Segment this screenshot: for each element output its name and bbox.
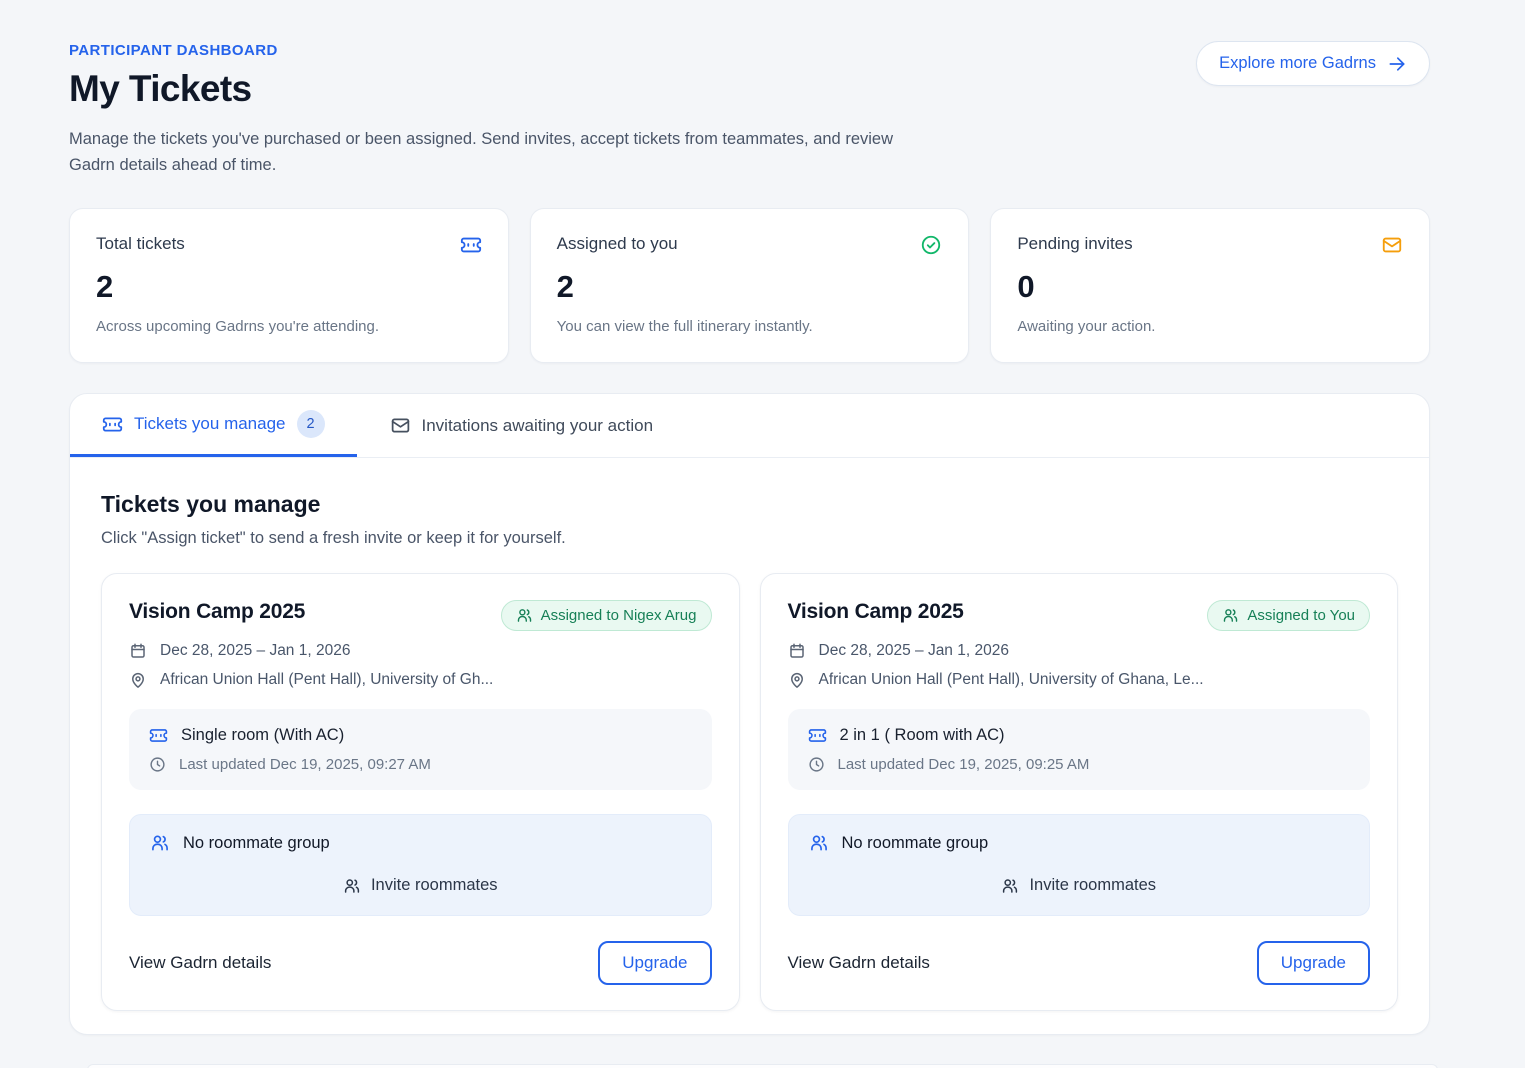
clock-icon — [149, 756, 166, 773]
tab-bar: Tickets you manage 2 Invitations awaitin… — [70, 394, 1429, 458]
room-info-box: 2 in 1 ( Room with AC) Last updated Dec … — [788, 709, 1371, 790]
assignment-badge-label: Assigned to You — [1247, 607, 1355, 624]
invite-roommates-label: Invite roommates — [1029, 876, 1156, 895]
explore-more-gadrns-button[interactable]: Explore more Gadrns — [1196, 41, 1430, 86]
users-icon — [150, 833, 170, 853]
assignment-badge: Assigned to Nigex Arug — [501, 600, 712, 631]
roommate-group-box: No roommate group Invite roommates — [788, 814, 1371, 916]
ticket-icon — [460, 234, 482, 256]
calendar-icon — [788, 642, 806, 660]
users-icon — [343, 877, 361, 895]
upgrade-button[interactable]: Upgrade — [598, 941, 711, 985]
roommate-group-box: No roommate group Invite roommates — [129, 814, 712, 916]
stat-label: Assigned to you — [557, 234, 678, 254]
next-section-peek — [87, 1064, 1438, 1068]
stat-caption: Awaiting your action. — [1017, 318, 1403, 335]
ticket-title: Vision Camp 2025 — [129, 600, 305, 624]
tickets-panel: Tickets you manage 2 Invitations awaitin… — [69, 393, 1430, 1035]
ticket-title: Vision Camp 2025 — [788, 600, 964, 624]
section-subtitle: Click "Assign ticket" to send a fresh in… — [101, 529, 1398, 548]
assignment-badge: Assigned to You — [1207, 600, 1370, 631]
mail-icon — [1381, 234, 1403, 256]
arrow-right-icon — [1387, 54, 1407, 74]
ticket-dates: Dec 28, 2025 – Jan 1, 2026 — [160, 642, 350, 660]
ticket-card: Vision Camp 2025 Assigned to You Dec 28,… — [760, 573, 1399, 1011]
invite-roommates-label: Invite roommates — [371, 876, 498, 895]
upgrade-button[interactable]: Upgrade — [1257, 941, 1370, 985]
stat-card-assigned-to-you: Assigned to you 2 You can view the full … — [530, 208, 970, 363]
stats-row: Total tickets 2 Across upcoming Gadrns y… — [69, 208, 1430, 363]
stat-value: 2 — [96, 269, 482, 305]
invite-roommates-button[interactable]: Invite roommates — [150, 876, 691, 895]
last-updated: Last updated Dec 19, 2025, 09:27 AM — [179, 756, 431, 773]
stat-card-total-tickets: Total tickets 2 Across upcoming Gadrns y… — [69, 208, 509, 363]
roommate-status: No roommate group — [183, 834, 330, 853]
page-description: Manage the tickets you've purchased or b… — [69, 127, 919, 178]
ticket-card: Vision Camp 2025 Assigned to Nigex Arug … — [101, 573, 740, 1011]
explore-more-gadrns-label: Explore more Gadrns — [1219, 54, 1376, 73]
stat-card-pending-invites: Pending invites 0 Awaiting your action. — [990, 208, 1430, 363]
last-updated: Last updated Dec 19, 2025, 09:25 AM — [838, 756, 1090, 773]
clock-icon — [808, 756, 825, 773]
ticket-location: African Union Hall (Pent Hall), Universi… — [160, 671, 493, 689]
roommate-status: No roommate group — [842, 834, 989, 853]
check-circle-icon — [920, 234, 942, 256]
room-info-box: Single room (With AC) Last updated Dec 1… — [129, 709, 712, 790]
participant-dashboard-page: PARTICIPANT DASHBOARD My Tickets Manage … — [0, 0, 1525, 1068]
tab-invitations-awaiting[interactable]: Invitations awaiting your action — [380, 394, 664, 457]
room-type: Single room (With AC) — [181, 726, 344, 745]
users-icon — [809, 833, 829, 853]
assignment-badge-label: Assigned to Nigex Arug — [541, 607, 697, 624]
ticket-icon — [149, 726, 168, 745]
stat-value: 2 — [557, 269, 943, 305]
section-title: Tickets you manage — [101, 491, 1398, 518]
mail-icon — [390, 415, 411, 436]
tab-label: Tickets you manage — [134, 414, 286, 434]
map-pin-icon — [788, 671, 806, 689]
ticket-icon — [102, 414, 123, 435]
ticket-dates: Dec 28, 2025 – Jan 1, 2026 — [819, 642, 1009, 660]
tab-count-badge: 2 — [297, 410, 325, 438]
stat-value: 0 — [1017, 269, 1403, 305]
calendar-icon — [129, 642, 147, 660]
stat-caption: You can view the full itinerary instantl… — [557, 318, 943, 335]
tab-tickets-you-manage[interactable]: Tickets you manage 2 — [70, 394, 357, 457]
stat-caption: Across upcoming Gadrns you're attending. — [96, 318, 482, 335]
tab-label: Invitations awaiting your action — [422, 416, 654, 436]
view-gadrn-details-link[interactable]: View Gadrn details — [129, 953, 271, 973]
stat-label: Pending invites — [1017, 234, 1132, 254]
ticket-icon — [808, 726, 827, 745]
tickets-row: Vision Camp 2025 Assigned to Nigex Arug … — [101, 573, 1398, 1011]
room-type: 2 in 1 ( Room with AC) — [840, 726, 1005, 745]
invite-roommates-button[interactable]: Invite roommates — [809, 876, 1350, 895]
panel-body: Tickets you manage Click "Assign ticket"… — [70, 458, 1429, 1011]
users-icon — [1001, 877, 1019, 895]
view-gadrn-details-link[interactable]: View Gadrn details — [788, 953, 930, 973]
map-pin-icon — [129, 671, 147, 689]
users-icon — [516, 607, 533, 624]
users-icon — [1222, 607, 1239, 624]
stat-label: Total tickets — [96, 234, 185, 254]
ticket-location: African Union Hall (Pent Hall), Universi… — [819, 671, 1204, 689]
page-header: PARTICIPANT DASHBOARD My Tickets Manage … — [69, 0, 1430, 178]
